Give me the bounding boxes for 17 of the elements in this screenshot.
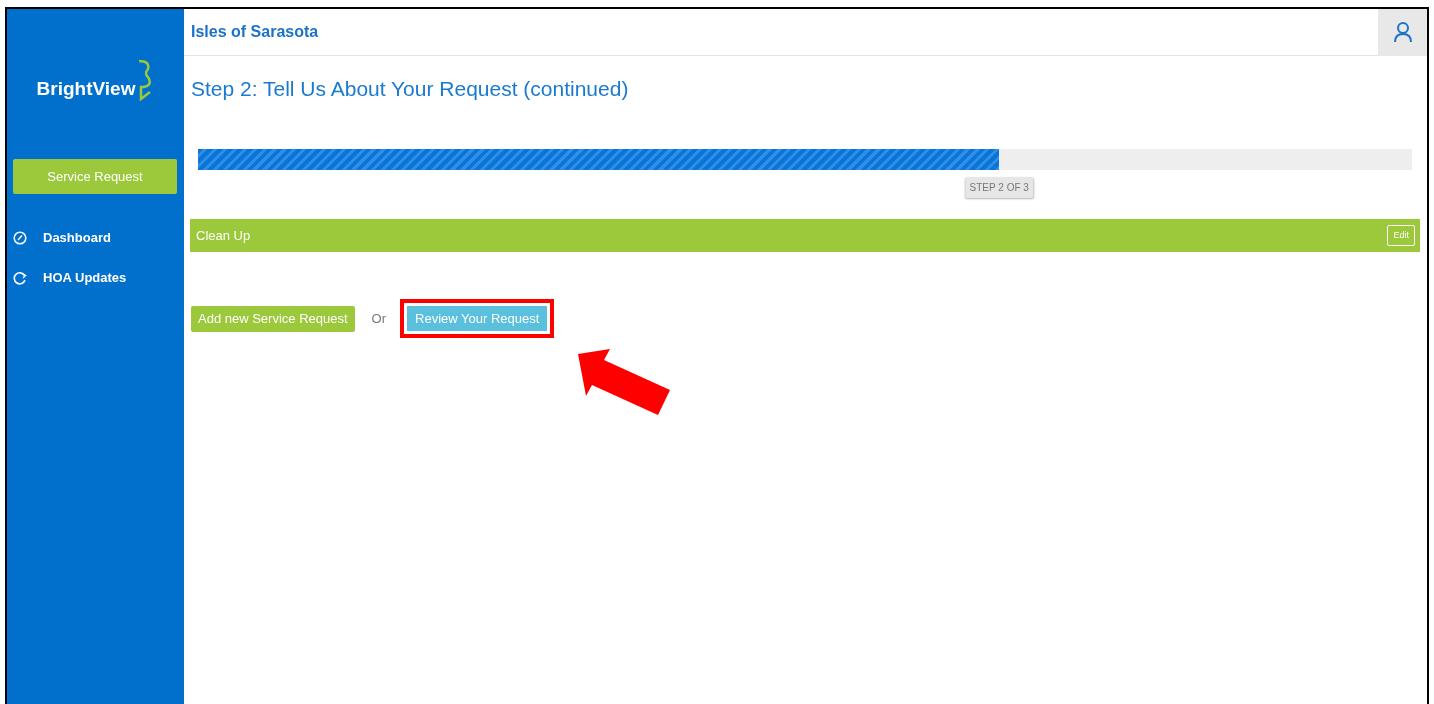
user-button[interactable] <box>1378 8 1427 56</box>
gauge-icon <box>13 231 27 245</box>
arrow-icon <box>576 348 672 416</box>
edit-button[interactable]: Edit <box>1387 224 1415 247</box>
nav-item[interactable]: HOA Updates <box>7 258 184 298</box>
separator-text: Or <box>371 310 387 329</box>
refresh-icon <box>13 271 27 285</box>
site-title: Isles of Sarasota <box>190 22 319 42</box>
progress-tooltip: STEP 2 OF 3 <box>965 177 1033 199</box>
page-heading: Step 2: Tell Us About Your Request (continued) <box>190 76 630 102</box>
review-request-button[interactable]: Review Your Request <box>407 306 548 332</box>
add-request-button[interactable]: Add new Service Request <box>191 305 355 332</box>
section-title: Clean Up <box>196 226 251 245</box>
service-request-button[interactable]: Service Request <box>13 159 177 194</box>
nav-item[interactable]: Dashboard <box>7 218 184 258</box>
logo-text: BrightView <box>36 76 136 101</box>
user-icon <box>1392 21 1413 43</box>
